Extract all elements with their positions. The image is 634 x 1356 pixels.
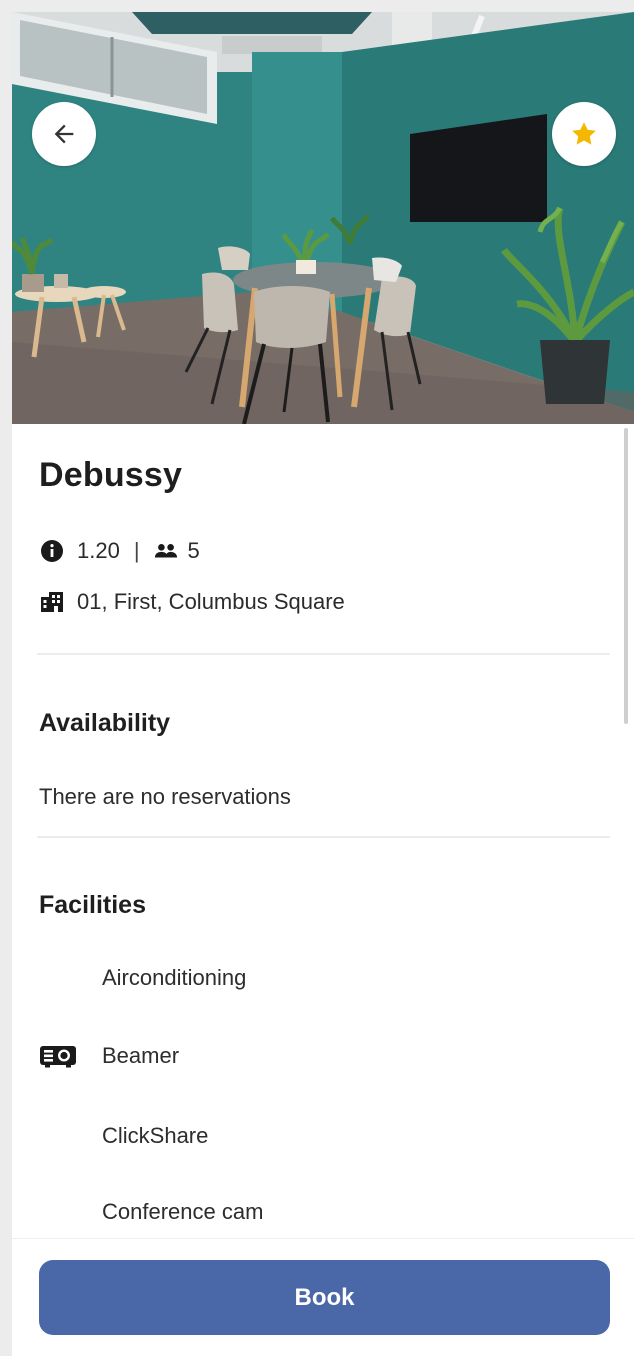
footer-bar: Book — [12, 1238, 634, 1356]
room-capacity: 5 — [187, 538, 200, 563]
people-icon — [154, 538, 178, 564]
scrollbar[interactable] — [624, 428, 628, 724]
facility-icon-placeholder — [39, 1199, 77, 1225]
book-button[interactable]: Book — [39, 1260, 610, 1335]
back-button[interactable] — [32, 102, 96, 166]
facility-label: Airconditioning — [102, 965, 247, 990]
facility-item-airconditioning: Airconditioning — [39, 958, 599, 998]
availability-text: There are no reservations — [39, 784, 291, 809]
divider — [37, 836, 610, 838]
building-icon — [39, 589, 65, 615]
projector-icon — [39, 1043, 77, 1069]
arrow-left-icon — [50, 120, 78, 148]
meta-separator: | — [133, 538, 140, 563]
info-icon — [39, 538, 65, 564]
room-meta-row: 1.20 | 5 — [39, 538, 200, 564]
facility-label: ClickShare — [102, 1123, 209, 1148]
star-icon — [569, 119, 599, 149]
divider — [37, 653, 610, 655]
facility-item-beamer: Beamer — [39, 1036, 599, 1076]
room-detail-screen: Debussy 1.20 | 5 01, First, Columbus Squ… — [12, 12, 634, 1356]
facility-item-clickshare: ClickShare — [39, 1116, 599, 1156]
favorite-button[interactable] — [552, 102, 616, 166]
availability-title: Availability — [39, 709, 171, 737]
room-location-row: 01, First, Columbus Square — [39, 589, 345, 615]
room-name: Debussy — [39, 456, 183, 494]
room-code: 1.20 — [77, 538, 120, 563]
room-photo — [12, 12, 634, 424]
facility-icon-placeholder — [39, 1123, 77, 1149]
facilities-title: Facilities — [39, 891, 146, 919]
facility-label: Beamer — [102, 1043, 180, 1068]
facility-item-conference-cam: Conference cam — [39, 1192, 599, 1232]
facility-label: Conference cam — [102, 1199, 264, 1224]
room-location: 01, First, Columbus Square — [77, 589, 345, 614]
facility-icon-placeholder — [39, 965, 77, 991]
